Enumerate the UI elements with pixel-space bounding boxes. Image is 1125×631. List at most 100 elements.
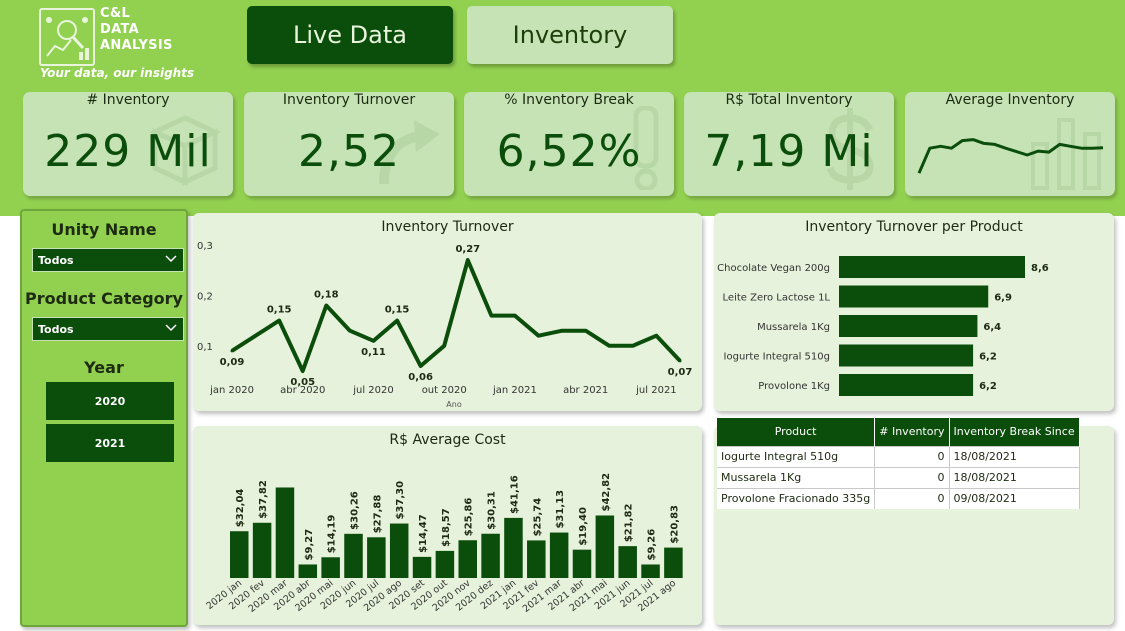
bar — [839, 374, 974, 396]
bar — [481, 533, 500, 578]
bar — [458, 540, 477, 578]
kpi-value: 229 Mil — [44, 126, 212, 177]
company-logo: C&L DATA ANALYSIS Your data, our insight… — [36, 6, 194, 86]
cell-break-since: 18/08/2021 — [949, 466, 1080, 488]
data-point — [631, 344, 635, 348]
analytics-logo-icon — [39, 8, 95, 66]
inventory-turnover-chart-panel: Inventory Turnover 0,3 0,2 0,1 jan 2020 abr … — [193, 213, 702, 411]
y-tick-label: 0,2 — [197, 291, 213, 302]
year-button-2020[interactable]: 2020 — [46, 382, 174, 420]
kpi-card-average-inventory: Average Inventory — [905, 92, 1115, 196]
x-tick-label: abr 2021 — [563, 385, 608, 396]
bar — [298, 564, 318, 578]
bar — [230, 531, 249, 578]
data-label: $37,82 — [258, 480, 269, 519]
data-point — [230, 349, 234, 353]
kpi-value: 2,52 — [298, 126, 400, 177]
bar — [572, 549, 592, 578]
x-tick-label: jan 2020 — [209, 385, 254, 396]
unity-name-dropdown[interactable]: Todos — [32, 248, 184, 272]
column-header-inventory[interactable]: # Inventory — [874, 418, 950, 446]
bar — [839, 344, 974, 367]
data-point — [324, 303, 328, 307]
category-label: Iogurte Integral 510g — [724, 352, 830, 363]
cell-product: Provolone Fracionado 335g — [717, 487, 876, 509]
data-point — [560, 329, 564, 333]
bar — [839, 256, 1025, 278]
data-label: 0,05 — [290, 377, 315, 388]
bar — [275, 487, 295, 578]
y-tick-label: 0,3 — [197, 241, 213, 252]
chevron-down-icon — [165, 324, 177, 332]
column-header-product[interactable]: Product — [717, 418, 876, 446]
average-inventory-sparkline — [917, 138, 1104, 174]
data-label: $41,16 — [509, 475, 520, 514]
logo-tagline: Your data, our insights — [40, 66, 195, 80]
cell-product: Iogurte Integral 510g — [717, 445, 876, 467]
data-point — [277, 319, 281, 323]
data-label: $42,82 — [601, 473, 612, 512]
dropdown-value: Todos — [38, 323, 74, 336]
cell-product: Mussarela 1Kg — [717, 466, 876, 488]
data-label: 0,27 — [455, 244, 480, 255]
bar — [252, 522, 272, 578]
data-label: $37,30 — [395, 481, 406, 520]
data-label: $14,47 — [418, 514, 429, 553]
data-point — [489, 314, 493, 318]
bar — [549, 532, 569, 578]
data-label: $30,31 — [487, 491, 498, 530]
data-point — [584, 329, 588, 333]
tab-live-data[interactable]: Live Data — [247, 6, 453, 64]
cell-break-since: 09/08/2021 — [949, 487, 1080, 509]
average-cost-chart-panel: R$ Average Cost $32,04 2020 jan $37,82 2020… — [193, 426, 702, 625]
data-label: $30,26 — [350, 491, 361, 530]
data-label: 8,6 — [1031, 263, 1049, 274]
cell-inventory: 0 — [874, 487, 950, 509]
data-point — [348, 329, 352, 333]
bar — [435, 550, 455, 578]
data-label: $9,27 — [304, 529, 315, 561]
table-row[interactable]: Iogurte Integral 510g 0 18/08/2021 — [717, 445, 1080, 467]
bar — [664, 547, 683, 578]
x-tick-label: out 2020 — [422, 385, 467, 396]
cell-inventory: 0 — [874, 466, 950, 488]
kpi-label: # Inventory — [86, 92, 170, 108]
data-label: $25,86 — [464, 498, 475, 537]
data-label: $19,40 — [578, 507, 589, 546]
cell-break-since: 18/08/2021 — [949, 445, 1080, 467]
tab-inventory[interactable]: Inventory — [467, 6, 673, 64]
data-label: $18,57 — [441, 508, 452, 547]
y-tick-label: 0,1 — [197, 342, 213, 353]
x-axis-title: Ano — [446, 400, 462, 409]
dropdown-value: Todos — [38, 254, 74, 267]
kpi-label: Inventory Turnover — [282, 92, 416, 108]
data-label: 0,18 — [314, 289, 339, 300]
kpi-card-total-inventory: R$ Total Inventory 7,19 Mi — [684, 92, 894, 196]
data-label: $31,13 — [555, 490, 566, 529]
data-label: 6,9 — [994, 293, 1012, 304]
table-row[interactable]: Mussarela 1Kg 0 18/08/2021 — [717, 466, 1080, 488]
inventory-break-table: Product # Inventory Inventory Break Sinc… — [717, 418, 1080, 509]
bar — [839, 315, 978, 337]
chevron-down-icon — [165, 255, 177, 263]
bar — [595, 515, 615, 578]
data-point — [678, 359, 682, 363]
product-category-dropdown[interactable]: Todos — [32, 317, 184, 341]
kpi-label: % Inventory Break — [504, 92, 634, 108]
data-point — [537, 334, 541, 338]
bar — [527, 540, 546, 578]
year-button-2021[interactable]: 2021 — [46, 424, 174, 462]
turnover-per-product-bar-chart: Chocolate Vegan 200g 8,6 Leite Zero Lactos… — [717, 256, 1049, 396]
data-point — [395, 319, 399, 323]
table-row[interactable]: Provolone Fracionado 335g 0 09/08/2021 — [717, 487, 1080, 509]
data-label: 0,15 — [267, 305, 292, 316]
bar — [321, 557, 340, 578]
data-label: 0,06 — [408, 372, 433, 383]
x-tick-label: jul 2021 — [635, 385, 677, 396]
data-label: $14,19 — [327, 515, 338, 554]
column-header-break-since[interactable]: Inventory Break Since — [949, 418, 1080, 446]
table-header-row: Product # Inventory Inventory Break Sinc… — [717, 418, 1080, 446]
kpi-label: R$ Total Inventory — [725, 92, 853, 108]
bar — [618, 546, 637, 578]
data-label: 6,2 — [979, 381, 997, 392]
